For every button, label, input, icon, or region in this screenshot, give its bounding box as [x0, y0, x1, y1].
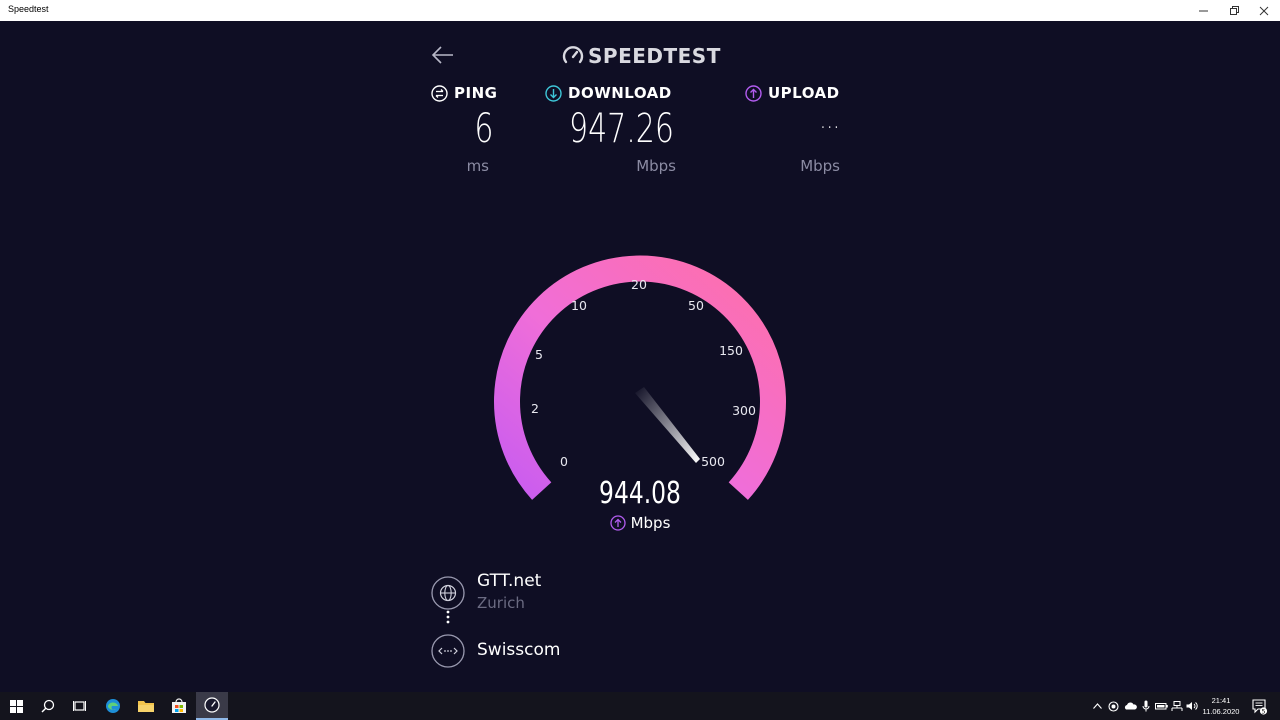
isp-connection-icon [431, 634, 465, 668]
gauge-scale-label: 300 [732, 403, 756, 418]
search-button[interactable] [32, 692, 64, 720]
file-explorer-button[interactable] [130, 692, 162, 720]
gauge-arc [494, 255, 786, 500]
gauge-scale-label: 0 [560, 454, 568, 469]
ping-unit: ms [466, 157, 489, 175]
ping-icon [431, 84, 448, 102]
ping-metric: PING 6 ms [431, 84, 511, 175]
back-button[interactable] [430, 44, 456, 66]
gauge-needle [635, 387, 700, 463]
close-icon [1259, 6, 1269, 15]
server-name: GTT.net [477, 571, 542, 591]
folder-icon [138, 701, 154, 712]
tray-battery-button[interactable] [1154, 692, 1168, 720]
action-center-button[interactable]: 5 [1250, 696, 1268, 716]
tray-network-button[interactable] [1170, 692, 1184, 720]
close-button[interactable] [1249, 0, 1279, 21]
download-label: DOWNLOAD [568, 84, 672, 102]
record-icon [1107, 700, 1119, 712]
ping-label: PING [454, 84, 498, 102]
ping-value: 6 [473, 106, 493, 152]
current-speed-value: 944.08 [599, 476, 681, 511]
download-header: DOWNLOAD [545, 84, 677, 102]
download-metric: DOWNLOAD 947.26 Mbps [545, 84, 677, 175]
minimize-line-icon [1199, 10, 1208, 11]
tray-record-button[interactable] [1106, 692, 1120, 720]
tray-microphone-button[interactable] [1140, 692, 1152, 720]
restore-icon [1230, 5, 1239, 15]
download-value: 947.26 [569, 106, 674, 152]
notification-icon: 5 [1252, 699, 1268, 715]
upload-unit: Mbps [800, 157, 840, 175]
current-speed-unit: Mbps [560, 514, 720, 532]
arrow-left-icon [431, 46, 453, 64]
clock-date: 11.06.2020 [1202, 707, 1240, 716]
windows-logo-icon [9, 699, 23, 713]
current-speed-unit-label: Mbps [630, 514, 671, 532]
gauge-scale-label: 20 [631, 277, 647, 292]
gauge-scale-label: 500 [701, 454, 725, 469]
tray-volume-button[interactable] [1185, 692, 1199, 720]
volume-icon [1186, 702, 1198, 710]
speedtest-logo: SPEEDTEST [562, 44, 721, 68]
window-title: Speedtest [8, 4, 49, 14]
window-titlebar: Speedtest [0, 0, 1280, 21]
clock-time: 21:41 [1211, 696, 1231, 705]
speedtest-taskbar-button[interactable] [196, 692, 228, 720]
task-view-button[interactable] [64, 692, 96, 720]
gauge-scale-label: 2 [531, 401, 539, 416]
notification-count: 5 [1262, 708, 1266, 715]
start-button[interactable] [0, 692, 32, 720]
network-icon [1171, 700, 1183, 711]
globe-icon [431, 576, 465, 610]
speedtest-app-icon [204, 697, 220, 713]
cloud-icon [1124, 702, 1137, 710]
search-icon [41, 699, 55, 713]
ping-header: PING [431, 84, 511, 102]
upload-metric: UPLOAD ... Mbps [745, 84, 845, 175]
gauge-scale-label: 5 [535, 347, 543, 362]
task-view-icon [73, 701, 86, 711]
edge-taskbar-button[interactable] [97, 692, 129, 720]
windows-taskbar: 21:41 11.06.2020 5 [0, 692, 1280, 720]
server-location: Zurich [477, 594, 525, 612]
store-bag-icon [172, 698, 186, 713]
upload-label: UPLOAD [768, 84, 840, 102]
download-unit: Mbps [636, 157, 676, 175]
gauge-scale-label: 150 [719, 343, 743, 358]
gauge-scale-label: 50 [688, 298, 704, 313]
tray-onedrive-button[interactable] [1122, 692, 1138, 720]
download-arrow-icon [545, 84, 562, 102]
upload-arrow-small-icon [609, 515, 626, 531]
minimize-button-slot[interactable] [1189, 0, 1219, 21]
speedtest-app: SPEEDTEST PING 6 ms DOWNLOAD 947.26 Mbps… [0, 21, 1280, 692]
isp-info[interactable]: Swisscom [430, 633, 730, 669]
isp-name: Swisscom [477, 640, 561, 660]
edge-browser-icon [106, 699, 120, 713]
upload-value: ... [819, 102, 840, 135]
system-clock[interactable]: 21:41 11.06.2020 [1198, 695, 1244, 717]
speedometer-logo-icon [562, 46, 584, 64]
connection-dots-icon [446, 610, 450, 624]
server-info[interactable]: GTT.net Zurich [430, 571, 730, 621]
store-button[interactable] [163, 692, 195, 720]
battery-icon [1154, 703, 1168, 710]
gauge-scale-label: 10 [571, 298, 587, 313]
upload-header: UPLOAD [745, 84, 845, 102]
microphone-icon [1142, 700, 1150, 712]
tray-overflow-chevron[interactable] [1090, 692, 1104, 720]
chevron-up-icon [1092, 703, 1102, 709]
restore-button[interactable] [1219, 0, 1249, 21]
upload-arrow-icon [745, 84, 762, 102]
logo-text: SPEEDTEST [588, 44, 721, 68]
